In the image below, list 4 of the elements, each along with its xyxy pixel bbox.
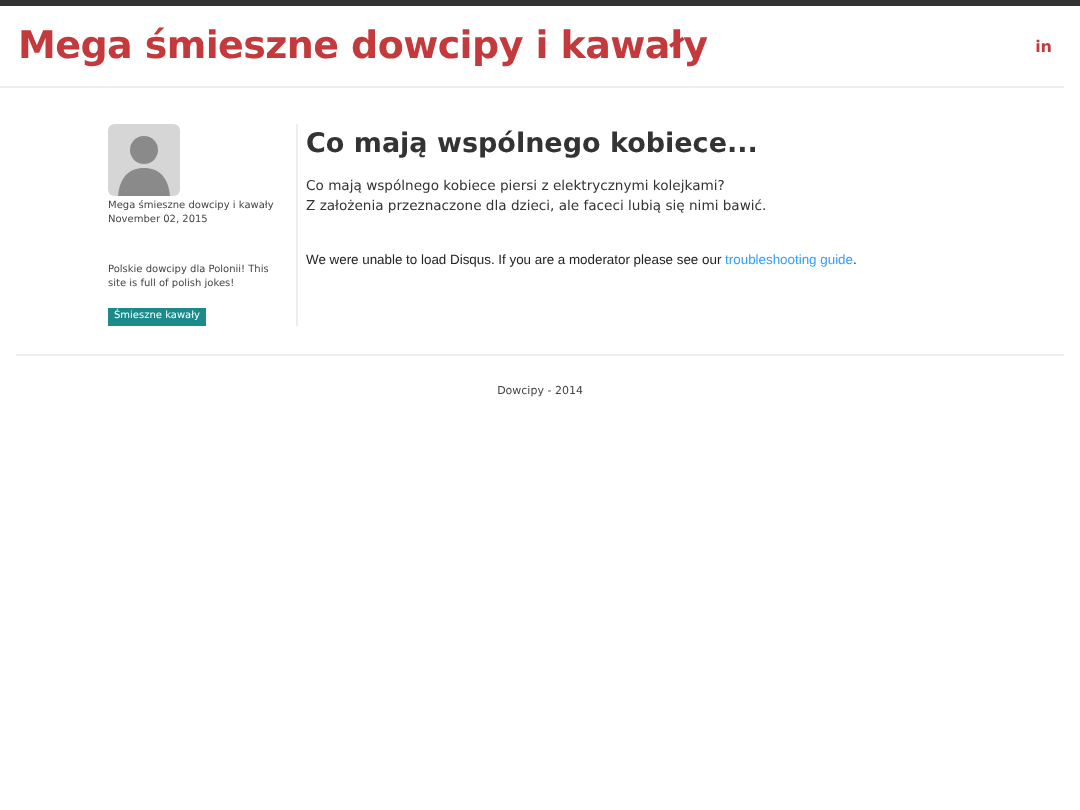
post-title[interactable]: Co mają wspólnego kobiece...: [306, 128, 857, 160]
social-link[interactable]: in: [1035, 37, 1052, 55]
avatar-icon: [108, 124, 180, 196]
site-title[interactable]: Mega śmieszne dowcipy i kawały: [18, 24, 708, 68]
